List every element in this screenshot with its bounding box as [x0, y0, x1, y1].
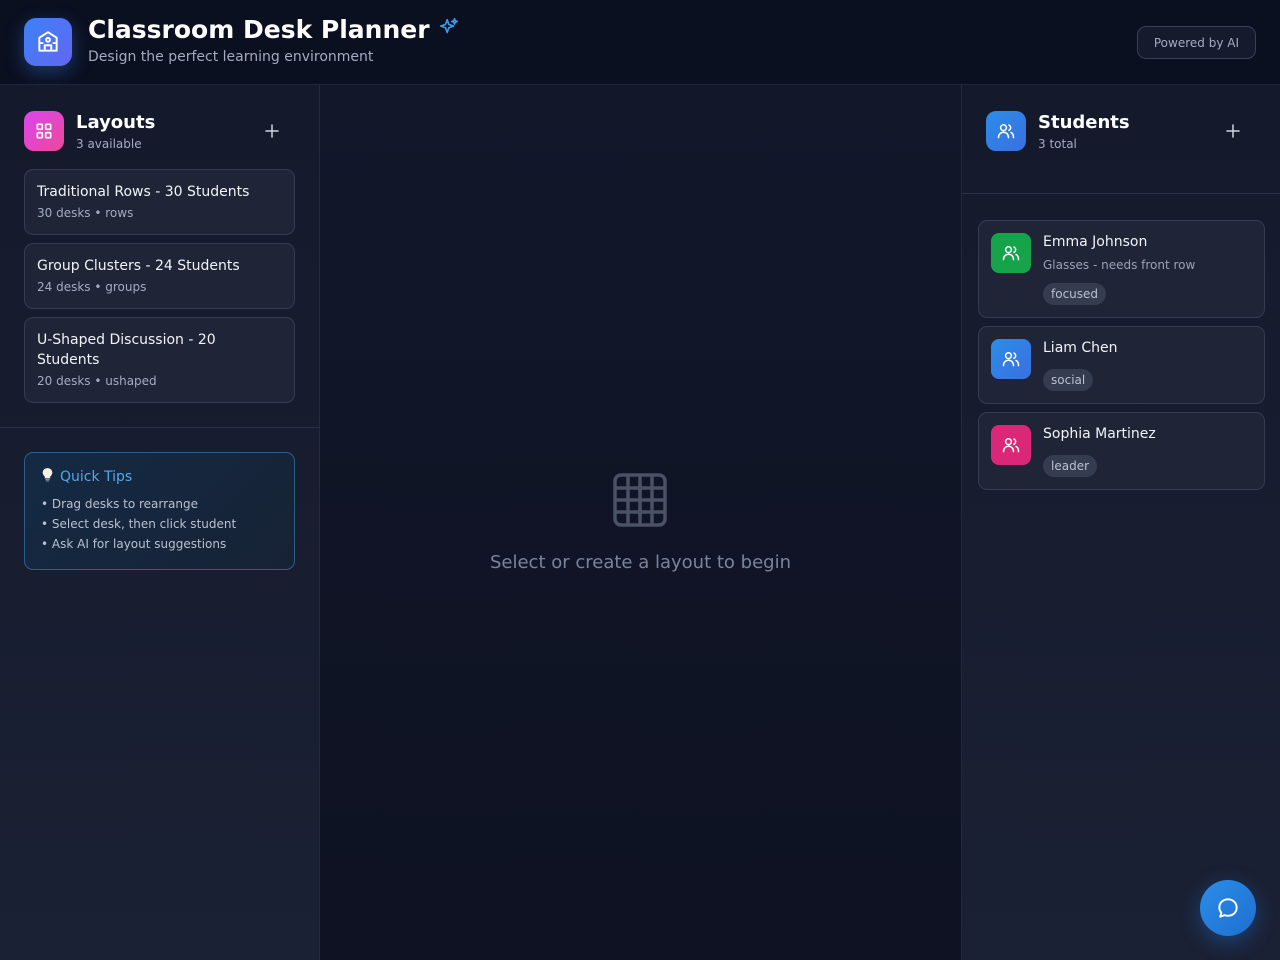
layout-name: Traditional Rows - 30 Students	[37, 184, 250, 200]
users-icon	[991, 339, 1031, 379]
empty-state-message: Select or create a layout to begin	[489, 552, 791, 573]
student-card[interactable]: Sophia Martinez leader	[978, 412, 1265, 490]
add-layout-button[interactable]	[258, 117, 286, 145]
layout-meta: 20 desks • ushaped	[37, 374, 157, 388]
tip-item: Select desk, then click student	[41, 514, 278, 534]
layout-card[interactable]: Traditional Rows - 30 Students 30 desks …	[24, 169, 295, 235]
plus-icon	[1226, 124, 1240, 138]
add-student-button[interactable]	[1219, 117, 1247, 145]
tip-item: Drag desks to rearrange	[41, 494, 278, 514]
student-name: Sophia Martinez	[1043, 426, 1156, 442]
tips-list: Drag desks to rearrange Select desk, the…	[41, 494, 278, 554]
layout-card[interactable]: Group Clusters - 24 Students 24 desks • …	[24, 243, 295, 309]
users-icon	[991, 425, 1031, 465]
quick-tips-panel: Quick Tips Drag desks to rearrange Selec…	[24, 452, 295, 570]
ai-chat-button[interactable]	[1200, 880, 1256, 936]
layout-canvas[interactable]: Select or create a layout to begin	[320, 85, 961, 960]
student-name: Emma Johnson	[1043, 234, 1148, 250]
layouts-count: 3 available	[76, 137, 142, 151]
app-title: Classroom Desk Planner	[88, 15, 460, 44]
layout-name: Group Clusters - 24 Students	[37, 258, 240, 274]
student-card[interactable]: Liam Chen social	[978, 326, 1265, 404]
layout-meta: 30 desks • rows	[37, 206, 134, 220]
app-header: Classroom Desk Planner Design the perfec…	[0, 0, 1280, 85]
student-card[interactable]: Emma Johnson Glasses - needs front row f…	[978, 220, 1265, 318]
sparkles-icon	[438, 15, 460, 44]
users-icon	[986, 111, 1026, 151]
grid-icon	[24, 111, 64, 151]
layout-card[interactable]: U-Shaped Discussion - 20 Students 20 des…	[24, 317, 295, 403]
divider	[962, 193, 1280, 194]
students-count: 3 total	[1038, 137, 1077, 151]
layout-name: U-Shaped Discussion - 20 Students	[37, 332, 216, 368]
table-grid-icon	[612, 472, 668, 528]
students-header: Students 3 total	[986, 111, 1257, 151]
chat-icon	[1218, 898, 1238, 918]
student-trait-badge: focused	[1043, 283, 1107, 305]
quick-tips-title: Quick Tips	[41, 467, 278, 486]
layouts-sidebar: Layouts 3 available Traditional Rows - 3…	[0, 85, 320, 960]
layout-meta: 24 desks • groups	[37, 280, 147, 294]
student-trait-badge: leader	[1043, 455, 1098, 477]
divider	[0, 427, 320, 428]
students-sidebar: Students 3 total Emma Johnson Glasses - …	[961, 85, 1280, 960]
tip-item: Ask AI for layout suggestions	[41, 534, 278, 554]
school-icon	[24, 18, 72, 66]
layouts-header: Layouts 3 available	[24, 111, 296, 151]
student-note: Glasses - needs front row	[1043, 258, 1196, 272]
layouts-title: Layouts	[76, 112, 156, 133]
powered-by-ai-badge[interactable]: Powered by AI	[1136, 26, 1256, 59]
users-icon	[991, 233, 1031, 273]
app-subtitle: Design the perfect learning environment	[88, 49, 374, 65]
student-name: Liam Chen	[1043, 340, 1118, 356]
quick-tips-label: Quick Tips	[60, 468, 133, 485]
lightbulb-icon	[41, 467, 54, 486]
plus-icon	[265, 124, 279, 138]
students-title: Students	[1038, 112, 1130, 133]
student-trait-badge: social	[1043, 369, 1094, 391]
app-title-text: Classroom Desk Planner	[88, 15, 430, 44]
